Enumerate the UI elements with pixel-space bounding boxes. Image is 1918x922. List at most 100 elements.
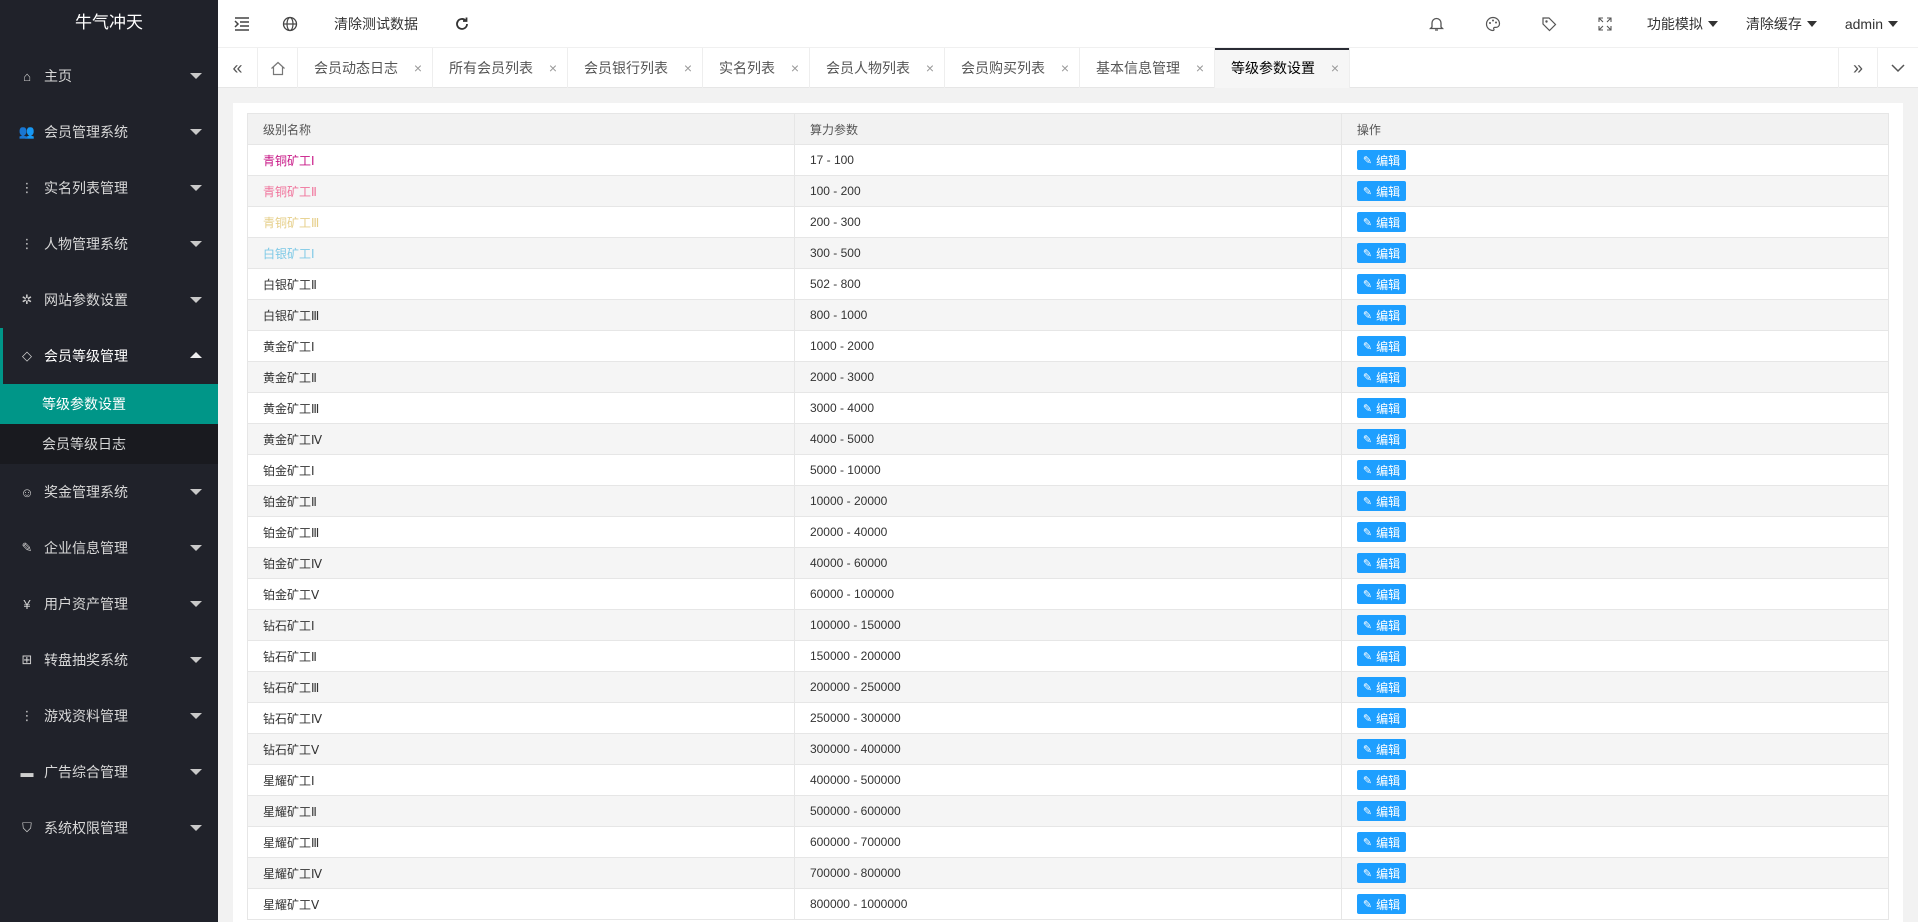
user-menu[interactable]: admin xyxy=(1831,0,1918,48)
edit-button[interactable]: ✎ 编辑 xyxy=(1356,894,1407,914)
hashrate-param-cell: 20000 - 40000 xyxy=(793,516,1342,548)
sidebar-item-0[interactable]: ⌂ 主页 xyxy=(0,48,218,104)
sidebar-item-12[interactable]: ⛉ 系统权限管理 xyxy=(0,800,218,856)
edit-button-label: 编辑 xyxy=(1376,184,1401,199)
edit-button[interactable]: ✎ 编辑 xyxy=(1356,336,1407,356)
edit-button[interactable]: ✎ 编辑 xyxy=(1356,181,1407,201)
close-icon[interactable]: × xyxy=(791,48,799,88)
fullscreen-icon[interactable] xyxy=(1577,0,1633,48)
function-simulation-label: 功能模拟 xyxy=(1646,16,1703,32)
toggle-sidebar-icon[interactable] xyxy=(218,0,266,48)
tabs-scroll-left-icon[interactable]: « xyxy=(218,48,258,88)
chevron-down-icon xyxy=(190,545,202,551)
edit-button-label: 编辑 xyxy=(1376,897,1401,912)
edit-button[interactable]: ✎ 编辑 xyxy=(1356,832,1407,852)
edit-button[interactable]: ✎ 编辑 xyxy=(1356,770,1407,790)
tab-1[interactable]: 所有会员列表 × xyxy=(433,48,568,88)
table-row: 星耀矿工Ⅲ 600000 - 700000 ✎ 编辑 xyxy=(247,826,1890,858)
edit-button[interactable]: ✎ 编辑 xyxy=(1356,677,1407,697)
pencil-icon: ✎ xyxy=(1362,836,1373,849)
edit-button[interactable]: ✎ 编辑 xyxy=(1356,863,1407,883)
sidebar-item-4[interactable]: ✲ 网站参数设置 xyxy=(0,272,218,328)
edit-button[interactable]: ✎ 编辑 xyxy=(1356,212,1407,232)
edit-button[interactable]: ✎ 编辑 xyxy=(1356,584,1407,604)
edit-button[interactable]: ✎ 编辑 xyxy=(1356,646,1407,666)
edit-button[interactable]: ✎ 编辑 xyxy=(1356,522,1407,542)
edit-button-label: 编辑 xyxy=(1376,432,1401,447)
action-cell: ✎ 编辑 xyxy=(1340,795,1890,827)
bell-icon[interactable] xyxy=(1409,0,1465,48)
hashrate-param-cell: 200000 - 250000 xyxy=(793,671,1342,703)
tab-6[interactable]: 基本信息管理 × xyxy=(1080,48,1215,88)
sidebar-item-3[interactable]: ⋮ 人物管理系统 xyxy=(0,216,218,272)
app-logo[interactable]: 牛气冲天 xyxy=(0,0,218,48)
hashrate-param-cell: 3000 - 4000 xyxy=(793,392,1342,424)
edit-button[interactable]: ✎ 编辑 xyxy=(1356,615,1407,635)
edit-button[interactable]: ✎ 编辑 xyxy=(1356,305,1407,325)
refresh-icon[interactable] xyxy=(438,0,486,48)
close-icon[interactable]: × xyxy=(684,48,692,88)
sidebar-subitem-level-log[interactable]: 会员等级日志 xyxy=(0,424,218,464)
tab-4[interactable]: 会员人物列表 × xyxy=(810,48,945,88)
sidebar-item-8[interactable]: ¥ 用户资产管理 xyxy=(0,576,218,632)
edit-button[interactable]: ✎ 编辑 xyxy=(1356,398,1407,418)
tabs-menu-chevron-down-icon[interactable] xyxy=(1878,48,1918,88)
home-tab-icon[interactable] xyxy=(258,48,298,88)
username: admin xyxy=(1844,16,1883,32)
tab-label: 基本信息管理 xyxy=(1096,60,1180,76)
action-cell: ✎ 编辑 xyxy=(1340,144,1890,176)
tab-7[interactable]: 等级参数设置 × xyxy=(1215,48,1350,88)
tab-2[interactable]: 会员银行列表 × xyxy=(568,48,703,88)
sidebar-item-11[interactable]: ▬ 广告综合管理 xyxy=(0,744,218,800)
tab-0[interactable]: 会员动态日志 × xyxy=(298,48,433,88)
edit-button[interactable]: ✎ 编辑 xyxy=(1356,429,1407,449)
sidebar-item-9[interactable]: ⊞ 转盘抽奖系统 xyxy=(0,632,218,688)
edit-button[interactable]: ✎ 编辑 xyxy=(1356,553,1407,573)
edit-button[interactable]: ✎ 编辑 xyxy=(1356,274,1407,294)
website-icon[interactable] xyxy=(266,0,314,48)
sidebar-item-1[interactable]: 👥 会员管理系统 xyxy=(0,104,218,160)
tab-3[interactable]: 实名列表 × xyxy=(703,48,810,88)
action-cell: ✎ 编辑 xyxy=(1340,764,1890,796)
edit-button[interactable]: ✎ 编辑 xyxy=(1356,460,1407,480)
tag-icon[interactable] xyxy=(1521,0,1577,48)
sidebar-item-7[interactable]: ✎ 企业信息管理 xyxy=(0,520,218,576)
hashrate-param-cell: 100 - 200 xyxy=(793,175,1342,207)
level-name-cell: 星耀矿工Ⅲ xyxy=(247,826,795,858)
close-icon[interactable]: × xyxy=(1196,48,1204,88)
pencil-icon: ✎ xyxy=(1362,650,1373,663)
close-icon[interactable]: × xyxy=(1331,48,1339,88)
function-simulation-menu[interactable]: 功能模拟 xyxy=(1633,0,1732,48)
close-icon[interactable]: × xyxy=(1061,48,1069,88)
close-icon[interactable]: × xyxy=(926,48,934,88)
sidebar-subitem-level-settings[interactable]: 等级参数设置 xyxy=(0,384,218,424)
table-row: 青铜矿工Ⅱ 100 - 200 ✎ 编辑 xyxy=(247,175,1890,207)
hashrate-param-cell: 600000 - 700000 xyxy=(793,826,1342,858)
edit-button-label: 编辑 xyxy=(1376,742,1401,757)
hashrate-param-cell: 40000 - 60000 xyxy=(793,547,1342,579)
clear-test-data-button[interactable]: 清除测试数据 xyxy=(314,0,438,48)
sidebar-item-5[interactable]: ◇ 会员等级管理 xyxy=(0,328,218,384)
table-row: 青铜矿工Ⅲ 200 - 300 ✎ 编辑 xyxy=(247,206,1890,238)
sidebar-item-label: 会员管理系统 xyxy=(44,124,128,140)
clear-cache-menu[interactable]: 清除缓存 xyxy=(1732,0,1831,48)
tabs-scroll-right-icon[interactable]: » xyxy=(1838,48,1878,88)
theme-palette-icon[interactable] xyxy=(1465,0,1521,48)
close-icon[interactable]: × xyxy=(414,48,422,88)
edit-button[interactable]: ✎ 编辑 xyxy=(1356,491,1407,511)
chevron-down-icon xyxy=(190,185,202,191)
edit-button[interactable]: ✎ 编辑 xyxy=(1356,708,1407,728)
level-name-cell: 铂金矿工Ⅲ xyxy=(247,516,795,548)
close-icon[interactable]: × xyxy=(549,48,557,88)
edit-button[interactable]: ✎ 编辑 xyxy=(1356,801,1407,821)
edit-button[interactable]: ✎ 编辑 xyxy=(1356,243,1407,263)
sidebar-item-6[interactable]: ☺ 奖金管理系统 xyxy=(0,464,218,520)
edit-button[interactable]: ✎ 编辑 xyxy=(1356,367,1407,387)
edit-button[interactable]: ✎ 编辑 xyxy=(1356,150,1407,170)
yen-icon: ¥ xyxy=(23,596,31,612)
tab-5[interactable]: 会员购买列表 × xyxy=(945,48,1080,88)
table-row: 黄金矿工Ⅲ 3000 - 4000 ✎ 编辑 xyxy=(247,392,1890,424)
sidebar-item-2[interactable]: ⋮ 实名列表管理 xyxy=(0,160,218,216)
sidebar-item-10[interactable]: ⋮ 游戏资料管理 xyxy=(0,688,218,744)
edit-button[interactable]: ✎ 编辑 xyxy=(1356,739,1407,759)
